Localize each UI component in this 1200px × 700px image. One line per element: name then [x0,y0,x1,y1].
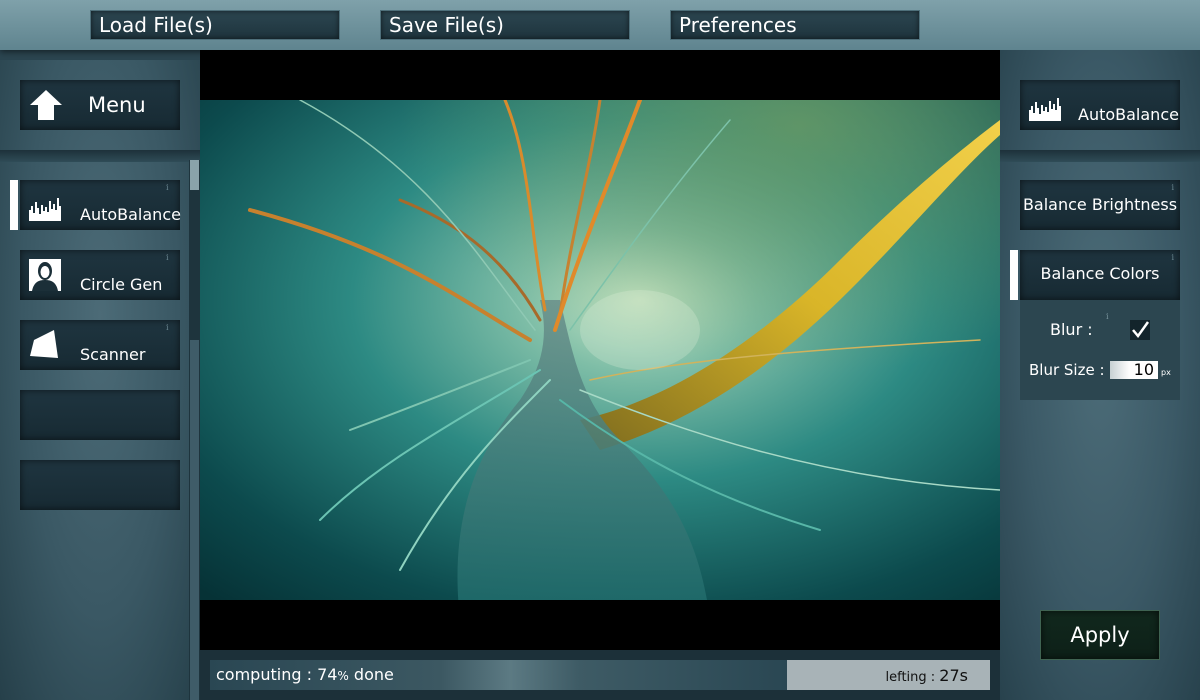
panel-divider [1000,150,1200,162]
trapezoid-icon [30,330,58,358]
blur-checkbox[interactable] [1130,320,1150,340]
info-icon[interactable]: i [166,253,174,263]
balance-brightness-button[interactable]: Balance Brightness i [1020,180,1180,230]
scrollbar-thumb[interactable] [190,160,199,190]
tool-empty-slot[interactable] [20,460,180,510]
top-toolbar: Load File(s) Save File(s) Preferences [0,0,1200,50]
blur-size-unit: px [1161,368,1171,377]
tool-label: Circle Gen [80,275,163,294]
tools-sidebar: Menu AutoBalance i Circle Gen i Scanner … [0,60,200,700]
tool-circle-gen[interactable]: Circle Gen i [20,250,180,300]
tool-empty-slot[interactable] [20,390,180,440]
done-label: done [353,665,394,684]
preview-image [200,100,1000,600]
progress-bar: computing : 74% done lefting : 27s [210,660,990,690]
info-icon[interactable]: i [1171,183,1174,193]
home-icon [30,90,62,120]
progress-percent: 74 [317,665,338,684]
preferences-button[interactable]: Preferences [670,10,920,40]
histogram-icon [1029,98,1061,121]
blur-label: Blur : [1050,320,1093,339]
balance-colors-button[interactable]: Balance Colors i [1010,250,1180,300]
time-remaining: lefting : 27s [885,666,968,685]
active-tool-header: AutoBalance [1020,80,1180,130]
computing-label: computing : [216,665,312,684]
tool-label: AutoBalance [80,205,181,224]
histogram-icon [29,198,61,221]
progress-text: computing : 74% done [216,665,394,684]
scrollbar-lower-track [190,340,199,700]
balance-brightness-label: Balance Brightness [1022,195,1178,214]
balance-colors-label: Balance Colors [1040,264,1160,283]
menu-button[interactable]: Menu [20,80,180,130]
info-icon[interactable]: i [1171,253,1174,263]
image-viewer[interactable] [200,50,1000,650]
remaining-value: 27s [939,666,968,685]
tool-label: Scanner [80,345,146,364]
options-panel: AutoBalance Balance Brightness i Balance… [1000,50,1200,700]
sidebar-divider [0,150,200,162]
apply-button[interactable]: Apply [1040,610,1160,660]
load-files-button[interactable]: Load File(s) [90,10,340,40]
portrait-icon [29,259,61,291]
info-icon[interactable]: i [166,323,174,333]
tool-autobalance[interactable]: AutoBalance i [10,180,181,230]
active-tool-title: AutoBalance [1078,105,1179,124]
tool-scanner[interactable]: Scanner i [20,320,180,370]
percent-sign: % [337,669,349,683]
status-bar: computing : 74% done lefting : 27s [200,650,1000,700]
remaining-label: lefting : [885,670,936,685]
blur-size-label: Blur Size : [1029,361,1105,379]
balance-colors-options: Blur : i Blur Size : 10 px [1020,300,1180,400]
info-icon[interactable]: i [166,183,174,193]
info-icon[interactable]: i [1106,312,1109,321]
checkmark-icon [1132,321,1150,339]
menu-label: Menu [88,93,146,117]
blur-size-input[interactable]: 10 [1110,361,1158,379]
save-files-button[interactable]: Save File(s) [380,10,630,40]
